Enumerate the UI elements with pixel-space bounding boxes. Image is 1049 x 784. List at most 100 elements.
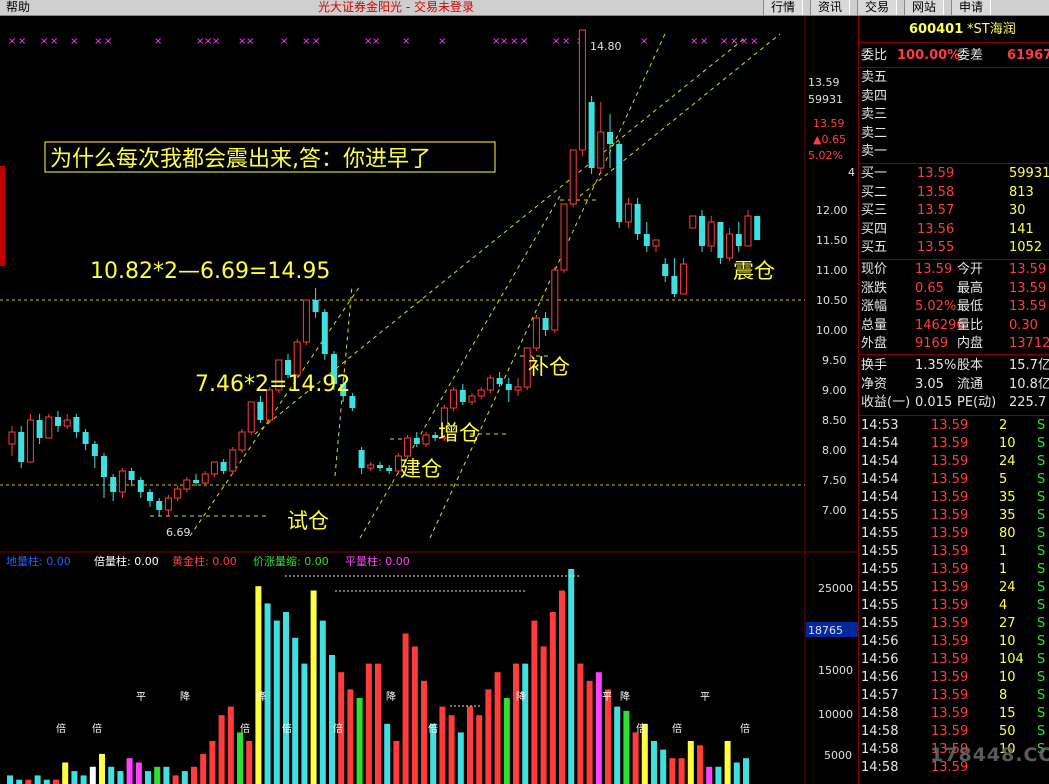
sell-label: 卖一 xyxy=(861,144,888,159)
candle xyxy=(652,239,660,252)
tick-side: S xyxy=(1037,454,1046,469)
signal-marker: × xyxy=(520,36,528,47)
candle-body xyxy=(147,492,153,501)
volume-bar xyxy=(301,663,308,784)
candle-body xyxy=(193,480,199,483)
candle xyxy=(404,435,412,459)
candle xyxy=(542,312,549,336)
buy-label: 买三 xyxy=(861,203,888,218)
sell-label: 卖三 xyxy=(861,107,888,122)
fund-value: 1.35% xyxy=(915,358,957,373)
volume-mark: 倍 xyxy=(428,722,438,735)
volume-bar xyxy=(25,779,32,784)
candle-body xyxy=(680,263,688,295)
volume-bar xyxy=(227,706,234,784)
volume-bar xyxy=(586,680,593,784)
candle xyxy=(312,288,319,318)
tick-volume: 80 xyxy=(999,526,1016,541)
tick-price: 13.59 xyxy=(931,598,969,613)
volume-mark: 降 xyxy=(620,690,630,703)
candle-body xyxy=(174,488,182,499)
candle xyxy=(110,474,117,501)
tick-time: 14:58 xyxy=(861,706,899,721)
candle xyxy=(55,411,61,432)
signal-marker: × xyxy=(640,36,648,47)
tick-time: 14:56 xyxy=(861,652,899,667)
sell-label: 卖五 xyxy=(861,70,888,85)
candle-body xyxy=(616,144,623,222)
candle-body xyxy=(321,312,328,354)
candle xyxy=(82,429,89,450)
headline-annotation: 为什么每次我都会震出来,答：你进早了 xyxy=(50,147,431,172)
vol-tick-25000: 25000 xyxy=(818,582,853,595)
buy-price: 13.59 xyxy=(917,166,955,181)
stat-row: 涨跌 0.65 最高 13.59 xyxy=(859,280,1049,298)
axis-tick-8-00: 8.00 xyxy=(822,444,847,457)
signal-marker: × xyxy=(562,36,570,47)
kline-chart[interactable]: ×××××××××××××××××××××××××××××××××× 14.80… xyxy=(0,16,858,784)
volume-bar xyxy=(62,762,69,784)
tab-apply[interactable]: 申请 xyxy=(951,0,991,15)
signal-marker: × xyxy=(552,36,560,47)
sell-row: 卖一 xyxy=(859,143,1049,161)
tick-side: S xyxy=(1037,544,1046,559)
tick-time: 14:55 xyxy=(861,562,899,577)
legend-flat-volume: 平量柱: 0.00 xyxy=(345,554,410,568)
fund-row: 净资 3.05 流通 10.8亿 xyxy=(859,376,1049,394)
label-shake-position: 震仓 xyxy=(733,259,775,283)
candle-body xyxy=(624,203,632,223)
volume-bar xyxy=(531,620,538,784)
tab-market[interactable]: 行情 xyxy=(763,0,803,15)
volume-bar xyxy=(200,753,207,784)
volume-bar xyxy=(283,612,289,784)
buy-price: 13.57 xyxy=(917,203,955,218)
tick-row: 14:57 13.59 8 S xyxy=(859,687,1049,705)
tab-website[interactable]: 网站 xyxy=(904,0,944,15)
volume-axis: 25000 18765 15000 10000 5000 xyxy=(806,582,858,762)
axis-tick-9-00: 9.00 xyxy=(822,384,847,397)
fund-label: 换手 xyxy=(861,358,888,373)
tick-side: S xyxy=(1037,706,1046,721)
candle xyxy=(73,414,80,438)
candle-body xyxy=(726,233,734,259)
fund-value: 3.05 xyxy=(915,376,944,392)
buy-volume: 30 xyxy=(1009,203,1026,218)
volume-bar xyxy=(605,689,611,784)
vol-tick-15000: 15000 xyxy=(818,664,853,677)
buy-label: 买四 xyxy=(861,221,888,237)
candle-body xyxy=(588,102,595,168)
stat-value: 13.59 xyxy=(1009,280,1047,296)
webi-label: 委比 xyxy=(861,48,888,63)
candle xyxy=(634,198,641,240)
tick-volume: 104 xyxy=(999,652,1024,667)
candle xyxy=(680,258,688,295)
candle-body xyxy=(413,438,420,444)
candle xyxy=(247,401,255,435)
volume-bar xyxy=(724,741,731,784)
candle-body xyxy=(597,131,605,169)
candle-body xyxy=(367,464,375,469)
tick-time: 14:58 xyxy=(861,742,899,757)
tick-volume: 35 xyxy=(999,508,1016,523)
buy-label: 买一 xyxy=(861,166,888,181)
tab-news[interactable]: 资讯 xyxy=(810,0,850,15)
tick-price: 13.59 xyxy=(931,580,969,595)
stat-label: 今开 xyxy=(957,262,984,277)
tick-volume: 10 xyxy=(999,634,1016,649)
legend-gold-volume: 黄金柱: 0.00 xyxy=(172,554,237,568)
stat-value: 13.59 xyxy=(915,262,953,277)
candle-body xyxy=(578,29,586,151)
volume-bar xyxy=(16,779,23,784)
axis-tick-7-00: 7.00 xyxy=(822,504,847,517)
tick-side: S xyxy=(1037,508,1046,523)
candle-body xyxy=(118,470,126,493)
candle xyxy=(193,474,199,486)
signal-marker: × xyxy=(8,36,16,47)
menu-help[interactable]: 帮助 xyxy=(6,0,30,15)
tab-trade[interactable]: 交易 xyxy=(857,0,897,15)
buy-label: 买五 xyxy=(861,240,888,255)
volume-bar xyxy=(255,586,262,784)
stat-value: 0.30 xyxy=(1009,317,1038,333)
volume-mark: 降 xyxy=(256,690,266,703)
signal-marker: × xyxy=(246,36,254,47)
